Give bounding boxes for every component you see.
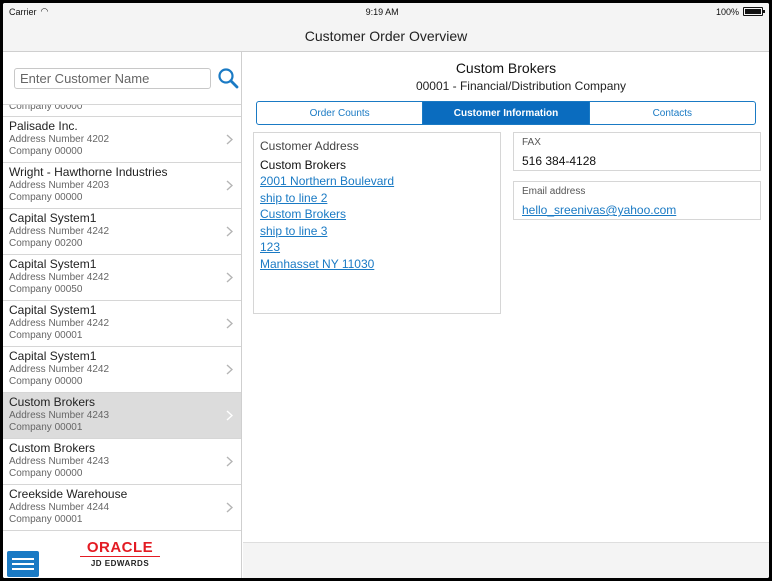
- address-line-link[interactable]: ship to line 2: [260, 190, 494, 207]
- oracle-jde-logo: ORACLE JD EDWARDS: [75, 539, 165, 568]
- fax-label: FAX: [522, 137, 541, 148]
- customer-name: Custom Brokers: [9, 441, 96, 455]
- customer-name: Capital System1: [9, 257, 97, 271]
- chevron-right-icon: [226, 362, 234, 380]
- address-name: Custom Brokers: [260, 158, 347, 172]
- customer-company: Company 00001: [9, 330, 83, 341]
- customer-address-number: Address Number 4242: [9, 318, 110, 329]
- wifi-icon: ◠: [40, 6, 49, 16]
- app-title: Customer Order Overview: [304, 27, 468, 44]
- customer-company: Company 00000: [9, 146, 83, 157]
- list-item[interactable]: Capital System1 Address Number 4242 Compan…: [3, 255, 241, 301]
- address-line-link[interactable]: Manhasset NY 11030: [260, 256, 494, 273]
- tab-customer-information[interactable]: Customer Information: [423, 102, 590, 124]
- customer-name: Creekside Warehouse: [9, 487, 128, 501]
- chevron-right-icon: [226, 500, 234, 518]
- navigation-bar: Customer Order Overview: [3, 20, 769, 52]
- list-item[interactable]: Capital System1 Address Number 4242 Compan…: [3, 209, 241, 255]
- chevron-right-icon: [226, 408, 234, 426]
- address-line-link[interactable]: ship to line 3: [260, 223, 494, 240]
- list-item[interactable]: Capital System1 Address Number 4242 Compan…: [3, 301, 241, 347]
- fax-card: FAX 516 384-4128: [513, 132, 761, 171]
- customer-name: Capital System1: [9, 303, 97, 317]
- tab-order-counts[interactable]: Order Counts: [257, 102, 424, 124]
- ipad-screen: Carrier ◠ 9:19 AM 100% Customer Order Ov…: [3, 3, 769, 578]
- detail-footer-bar: [243, 542, 769, 578]
- carrier-label: Carrier: [9, 6, 37, 17]
- customer-company: Company 00000: [9, 468, 83, 479]
- chevron-right-icon: [226, 316, 234, 334]
- customer-address-number: Address Number 4242: [9, 226, 110, 237]
- customer-address-number: Address Number 4243: [9, 456, 110, 467]
- customer-name: Palisade Inc.: [9, 119, 78, 133]
- search-icon[interactable]: [215, 65, 241, 91]
- address-label: Customer Address: [260, 139, 359, 153]
- customer-subtitle: 00001 - Financial/Distribution Company: [415, 79, 627, 93]
- logo-product: JD EDWARDS: [90, 559, 150, 568]
- status-time: 9:19 AM: [365, 6, 399, 17]
- customer-name: Wright - Hawthorne Industries: [9, 165, 168, 179]
- chevron-right-icon: [226, 270, 234, 288]
- chevron-right-icon: [226, 454, 234, 472]
- chevron-right-icon: [226, 178, 234, 196]
- status-bar: Carrier ◠ 9:19 AM 100%: [3, 3, 769, 20]
- customer-company: Company 00000: [9, 192, 83, 203]
- list-item[interactable]: Wright - Hawthorne Industries Address Num…: [3, 163, 241, 209]
- email-label: Email address: [522, 186, 586, 197]
- chevron-right-icon: [226, 224, 234, 242]
- logo-brand: ORACLE: [86, 539, 154, 556]
- customer-address-card: Customer Address Custom Brokers 2001 Nor…: [253, 132, 501, 314]
- list-item[interactable]: Custom Brokers Address Number 4243 Company…: [3, 439, 241, 485]
- address-line-link[interactable]: Custom Brokers: [260, 206, 494, 223]
- customer-address-number: Address Number 4242: [9, 364, 110, 375]
- customer-company: Company 00050: [9, 284, 83, 295]
- detail-pane: Custom Brokers 00001 - Financial/Distrib…: [243, 52, 769, 578]
- customer-company: Company 00001: [9, 422, 83, 433]
- customer-name: Custom Brokers: [9, 395, 96, 409]
- customer-name: Capital System1: [9, 349, 97, 363]
- list-item-partial: Company 00000: [3, 105, 241, 117]
- customer-company: Company 00001: [9, 514, 83, 525]
- search-input[interactable]: [14, 67, 211, 89]
- list-item[interactable]: Palisade Inc. Address Number 4202 Company …: [3, 117, 241, 163]
- battery-icon: [743, 7, 765, 16]
- email-link[interactable]: hello_sreenivas@yahoo.com: [522, 203, 752, 217]
- tab-contacts[interactable]: Contacts: [590, 102, 755, 124]
- menu-icon[interactable]: [7, 551, 39, 577]
- customer-company: Company 00000: [9, 376, 83, 387]
- customer-address-number: Address Number 4203: [9, 180, 110, 191]
- address-line-link[interactable]: 123: [260, 239, 494, 256]
- address-line-link[interactable]: 2001 Northern Boulevard: [260, 173, 494, 190]
- customer-title: Custom Brokers: [455, 60, 557, 76]
- fax-value: 516 384-4128: [522, 154, 597, 168]
- customer-address-number: Address Number 4202: [9, 134, 110, 145]
- battery-percent: 100%: [715, 6, 739, 17]
- customer-name: Capital System1: [9, 211, 97, 225]
- list-item[interactable]: Capital System1 Address Number 4242 Compan…: [3, 347, 241, 393]
- customer-company: Company 00200: [9, 238, 83, 249]
- list-item[interactable]: Creekside Warehouse Address Number 4244 Co…: [3, 485, 241, 530]
- customer-address-number: Address Number 4244: [9, 502, 110, 513]
- list-item[interactable]: Custom Brokers Address Number 4243 Company…: [3, 393, 241, 439]
- customer-address-number: Address Number 4243: [9, 410, 110, 421]
- email-card: Email address hello_sreenivas@yahoo.com: [513, 181, 761, 220]
- search-row: [3, 52, 241, 104]
- sidebar-footer: ORACLE JD EDWARDS: [3, 530, 241, 578]
- customer-list[interactable]: Company 00000 Palisade Inc. Address Numbe…: [3, 104, 241, 530]
- segmented-tabs: Order Counts Customer Information Contacts: [256, 101, 756, 125]
- customer-address-number: Address Number 4242: [9, 272, 110, 283]
- chevron-right-icon: [226, 132, 234, 150]
- customer-sidebar: Company 00000 Palisade Inc.Address Numbe…: [3, 52, 242, 578]
